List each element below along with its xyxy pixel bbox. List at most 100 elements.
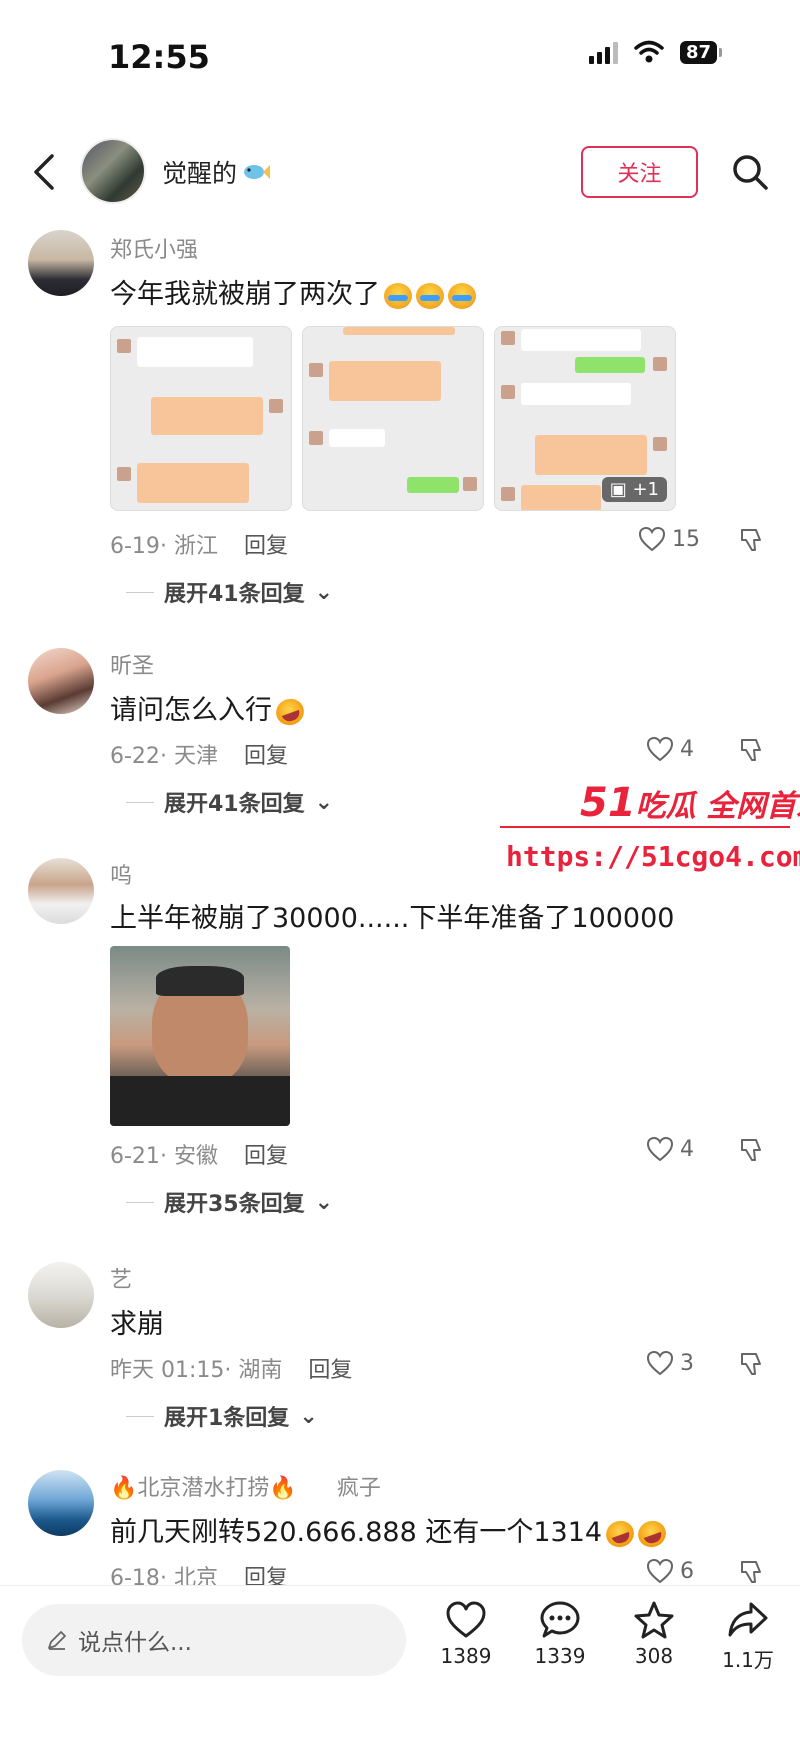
crying-emoji-icon [416,282,444,309]
chevron-down-icon: ⌄ [314,1189,334,1215]
commenter-name[interactable]: 昕圣 [110,648,154,680]
thumbs-down-icon [741,739,761,761]
signal-icon [588,40,618,64]
author-avatar[interactable] [80,138,146,204]
comment-meta: 昨天 01:15· 湖南 回复 [110,1358,353,1383]
watermark-url: https://51cgo4.com [506,840,800,873]
battery-icon: 87 [679,40,722,64]
thumbs-down-icon [741,1139,761,1161]
comment-text[interactable]: 求崩 [110,1302,164,1341]
watermark-brand: 51吃瓜 全网首发 [580,780,800,826]
commenter-name[interactable]: 🔥北京潜水打捞🔥 疯子 [110,1470,381,1502]
like-count: 4 [680,1136,694,1162]
comment-text[interactable]: 请问怎么入行 [110,688,308,729]
status-icons: 87 [588,40,722,64]
comment-bubble-icon [540,1601,580,1638]
reply-button[interactable]: 回复 [244,1144,288,1169]
chat-screenshot-image[interactable] [110,326,292,511]
fire-icon: 🔥 [110,1476,138,1501]
star-icon [634,1601,674,1639]
heart-icon [646,1350,674,1376]
laughing-emoji-icon [272,694,308,729]
pencil-icon [48,1631,66,1650]
like-button[interactable]: 1389 [426,1600,506,1668]
thumbs-down-icon [741,529,761,551]
wifi-icon [634,40,664,63]
comment-text[interactable]: 今年我就被崩了两次了 [110,272,476,311]
comment-meta: 6-21· 安徽 回复 [110,1144,288,1169]
crying-emoji-icon [384,282,412,309]
reply-button[interactable]: 回复 [244,744,288,769]
comment-dislike-button[interactable] [738,526,766,558]
like-total: 1389 [440,1644,492,1668]
expand-replies-button[interactable]: 展开1条回复 ⌄ [126,1400,318,1432]
comment-input[interactable]: 说点什么... [22,1604,406,1676]
comment-dislike-button[interactable] [738,1350,766,1382]
like-count: 3 [680,1350,694,1376]
fish-icon [244,165,271,179]
thumbs-down-icon [741,1353,761,1375]
chevron-down-icon: ⌄ [314,579,334,605]
comment-meta: 6-22· 天津 回复 [110,744,288,769]
comment-meme-image[interactable] [110,946,290,1126]
more-images-badge[interactable]: ▣ +1 [601,477,667,502]
favorite-total: 308 [634,1644,674,1668]
search-button[interactable] [726,148,774,196]
commenter-name[interactable]: 呜 [110,858,132,890]
heart-icon [646,1136,674,1162]
expand-replies-button[interactable]: 展开35条回复 ⌄ [126,1186,333,1218]
comment-image-gallery: ▣ +1 [110,326,710,516]
favorite-button[interactable]: 308 [614,1600,694,1668]
heart-icon [646,736,674,762]
chat-screenshot-image[interactable] [302,326,484,511]
chevron-left-icon [34,154,54,190]
like-count: 4 [680,736,694,762]
thumbs-down-icon [741,1561,761,1583]
comment-like-button[interactable]: 3 [646,1350,694,1376]
heart-icon [446,1601,486,1638]
expand-replies-button[interactable]: 展开41条回复 ⌄ [126,786,333,818]
comment-meta: 6-19· 浙江 回复 [110,534,288,559]
reply-button[interactable]: 回复 [244,534,288,559]
expand-replies-button[interactable]: 展开41条回复 ⌄ [126,576,333,608]
heart-icon [638,526,666,552]
comment-like-button[interactable]: 6 [646,1558,694,1584]
comment-total: 1339 [534,1644,586,1668]
gallery-icon: ▣ [609,479,633,500]
comment-like-button[interactable]: 15 [638,526,700,552]
laughing-emoji-icon [634,1516,670,1551]
commenter-avatar[interactable] [28,648,94,714]
status-time: 12:55 [108,38,210,76]
follow-button[interactable]: 关注 [581,146,698,198]
fire-icon: 🔥 [269,1476,297,1501]
commenter-avatar[interactable] [28,1262,94,1328]
back-button[interactable] [26,148,62,196]
crying-emoji-icon [448,282,476,309]
bottom-action-bar: 说点什么... 1389 1339 308 1.1万 [0,1585,800,1738]
comment-text[interactable]: 前几天刚转520.666.888 还有一个1314 [110,1510,670,1551]
battery-level: 87 [679,40,717,64]
comment-dislike-button[interactable] [738,1136,766,1168]
chevron-down-icon: ⌄ [299,1403,318,1429]
chat-screenshot-image[interactable]: ▣ +1 [494,326,676,511]
comment-text[interactable]: 上半年被崩了30000......下半年准备了100000 [110,896,674,935]
heart-icon [646,1558,674,1584]
search-icon [733,155,768,190]
like-count: 6 [680,1558,694,1584]
share-arrow-icon [728,1602,768,1637]
commenter-avatar[interactable] [28,858,94,924]
commenter-name[interactable]: 郑氏小强 [110,232,198,264]
comment-input-placeholder: 说点什么... [78,1630,192,1656]
commenter-avatar[interactable] [28,1470,94,1536]
comment-dislike-button[interactable] [738,736,766,768]
comment-like-button[interactable]: 4 [646,736,694,762]
commenter-name[interactable]: 艺 [110,1262,132,1294]
author-name[interactable]: 觉醒的 [162,154,271,190]
commenter-avatar[interactable] [28,230,94,296]
reply-button[interactable]: 回复 [308,1358,352,1383]
share-total: 1.1万 [722,1648,774,1672]
comment-like-button[interactable]: 4 [646,1136,694,1162]
comments-button[interactable]: 1339 [520,1600,600,1668]
share-button[interactable]: 1.1万 [708,1600,788,1673]
like-count: 15 [672,526,700,552]
